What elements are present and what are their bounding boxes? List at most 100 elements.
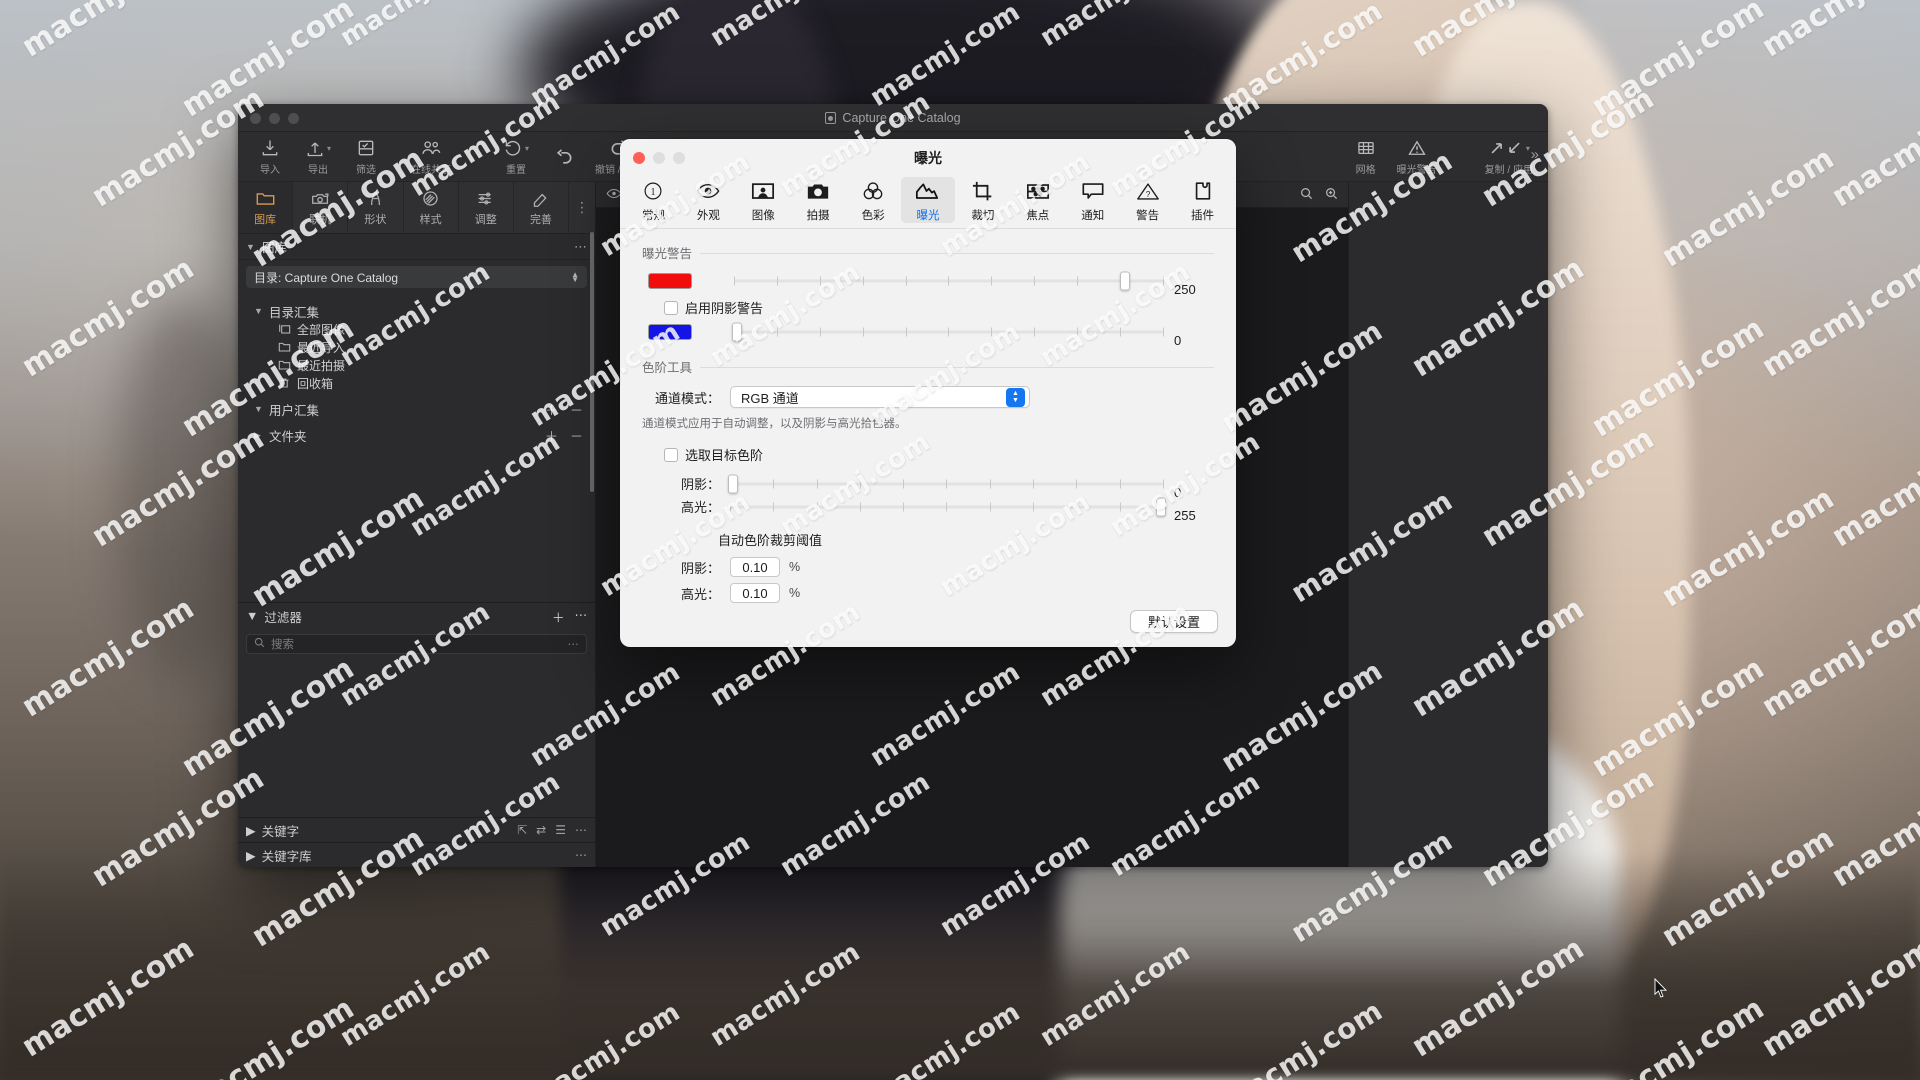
slider-knob[interactable] [1120, 271, 1131, 291]
panel-keywords[interactable]: ▶ 关键字 ⇱ ⇄ ☰ ⋯ [238, 817, 595, 842]
chevron-down-icon[interactable]: ▼ [254, 306, 264, 316]
chevron-down-icon[interactable]: ▾ [525, 144, 529, 153]
tree-node-folders[interactable]: ▶ 文件夹 ＋ － [238, 426, 595, 444]
prefs-tab-plugin[interactable]: 插件 [1175, 177, 1230, 223]
slider-knob[interactable] [1156, 497, 1167, 516]
chevron-down-icon[interactable]: ▼ [246, 242, 256, 252]
keyword-library-menu-icon[interactable]: ⋯ [575, 848, 587, 862]
levels-highlight-slider[interactable] [730, 497, 1167, 516]
remove-folder-button[interactable]: － [570, 426, 583, 445]
tab-tether[interactable]: 联机 [293, 182, 349, 233]
viewer-zoom-icon[interactable] [1325, 187, 1338, 203]
tab-shape[interactable]: 形状 [348, 182, 404, 233]
prefs-tab-appearance[interactable]: 外观 [681, 177, 736, 223]
catalog-selector[interactable]: 目录: Capture One Catalog ▲ ▼ [246, 266, 587, 288]
toolbar-grid[interactable]: 网格 [1342, 134, 1390, 180]
keywords-expand-icon[interactable]: ⇱ [517, 823, 527, 837]
slider-knob[interactable] [731, 322, 742, 342]
add-filter-button[interactable]: ＋ [552, 607, 565, 626]
prefs-tab-notification[interactable]: 通知 [1065, 177, 1120, 223]
auto-shadow-input[interactable]: 0.10 [730, 557, 780, 577]
chevron-down-icon[interactable]: ▼ [254, 404, 264, 414]
catalog-stepper-icon[interactable]: ▲ ▼ [571, 271, 579, 284]
keywords-sync-icon[interactable]: ⇄ [536, 823, 546, 837]
shadow-warning-checkbox-row[interactable]: 启用阴影警告 [664, 298, 1214, 317]
toolbar-exposure-warning[interactable]: 曝光警告 [1390, 134, 1444, 180]
viewer-search-icon[interactable] [1300, 187, 1313, 203]
target-levels-checkbox-row[interactable]: 选取目标色阶 [664, 445, 1214, 464]
auto-highlight-input[interactable]: 0.10 [730, 583, 780, 603]
prefs-tab-general[interactable]: 1 常规 [626, 177, 681, 223]
keyword-library-actions[interactable]: ⋯ [575, 848, 587, 862]
toolbar-export[interactable]: ▾ 导出 [294, 134, 342, 180]
toolbar-import[interactable]: 导入 [246, 134, 294, 180]
shadow-warning-color-swatch[interactable] [648, 324, 692, 340]
prefs-tab-exposure[interactable]: 曝光 [900, 177, 956, 223]
filters-menu-button[interactable]: ⋯ [575, 607, 588, 626]
target-levels-checkbox[interactable] [664, 447, 678, 462]
library-panel-actions[interactable]: ⋯ [574, 239, 587, 255]
add-collection-button[interactable]: ＋ [545, 400, 558, 419]
chevron-right-icon[interactable]: ▶ [254, 430, 264, 441]
maximize-button[interactable] [288, 113, 299, 124]
prefs-tab-focus[interactable]: 焦点 [1010, 177, 1065, 223]
levels-shadow-slider[interactable] [727, 474, 1164, 493]
library-panel-header[interactable]: ▼ 图库 ⋯ [238, 234, 595, 260]
slider-knob[interactable] [727, 474, 738, 493]
prefs-tab-color[interactable]: 色彩 [846, 177, 901, 223]
shadow-warning-checkbox[interactable] [664, 300, 678, 315]
tab-library[interactable]: 图库 [238, 182, 294, 233]
chevron-down-icon[interactable]: ▼ [246, 609, 258, 623]
chevron-down-icon[interactable]: ▾ [327, 144, 331, 153]
remove-collection-button[interactable]: － [570, 400, 583, 419]
minimize-button[interactable] [269, 113, 280, 124]
tree-node-all-images[interactable]: 全部图像 [238, 320, 595, 338]
prefs-tab-capture[interactable]: 拍摄 [791, 177, 846, 223]
prefs-close-button[interactable] [633, 152, 645, 164]
prefs-titlebar: 曝光 [620, 139, 1236, 177]
keywords-panel-actions[interactable]: ⇱ ⇄ ☰ ⋯ [517, 823, 587, 837]
chevron-down-icon[interactable]: ▾ [1526, 144, 1530, 153]
toolbar-undo[interactable] [540, 134, 588, 180]
prefs-maximize-button[interactable] [673, 152, 685, 164]
tree-node-recent-imports[interactable]: 最近导入 [238, 338, 595, 356]
prefs-tab-warning[interactable]: ? 警告 [1120, 177, 1175, 223]
toolbar-filter[interactable]: 筛选 [342, 134, 390, 180]
toolbar-reset[interactable]: ▾ 重置 [492, 134, 540, 180]
add-folder-button[interactable]: ＋ [545, 426, 558, 445]
toolbar-overflow-button[interactable]: » [1531, 146, 1539, 163]
filters-search-input[interactable]: 搜索 ⋯ [246, 634, 587, 654]
tree-node-trash[interactable]: 回收箱 [238, 374, 595, 392]
prefs-tab-image[interactable]: 图像 [736, 177, 791, 223]
shadow-warning-slider[interactable] [731, 322, 1164, 342]
prefs-minimize-button[interactable] [653, 152, 665, 164]
tree-node-recent-captures[interactable]: 最近拍摄 [238, 356, 595, 374]
filters-search-menu[interactable]: ⋯ [568, 637, 580, 651]
tab-styles[interactable]: 样式 [404, 182, 459, 233]
user-collections-actions[interactable]: ＋ － [545, 400, 595, 419]
prefs-tab-crop[interactable]: 裁切 [955, 177, 1010, 223]
keywords-list-icon[interactable]: ☰ [555, 823, 566, 837]
tree-node-catalog-collections[interactable]: ▼ 目录汇集 [238, 302, 595, 320]
folders-actions[interactable]: ＋ － [545, 426, 595, 445]
chevron-updown-icon[interactable]: ▲ ▼ [1006, 387, 1025, 407]
channel-mode-select[interactable]: RGB 通道 ▲ ▼ [730, 386, 1030, 408]
keywords-menu-icon[interactable]: ⋯ [575, 823, 587, 837]
filters-panel-header[interactable]: ▼ 过滤器 ＋ ⋯ [238, 603, 595, 629]
left-tabs-overflow[interactable]: ⋮ [569, 182, 595, 233]
prefs-traffic-lights[interactable] [633, 152, 685, 164]
filters-panel-actions[interactable]: ＋ ⋯ [552, 607, 587, 626]
toolbar-share-online[interactable]: 在线共享 [404, 134, 458, 180]
chevron-right-icon[interactable]: ▶ [246, 848, 256, 863]
highlight-warning-slider[interactable] [734, 271, 1164, 291]
tab-refine[interactable]: 完善 [514, 182, 570, 233]
window-traffic-lights[interactable] [250, 113, 299, 124]
close-button[interactable] [250, 113, 261, 124]
highlight-warning-color-swatch[interactable] [648, 273, 692, 289]
left-panel-scrollbar[interactable] [590, 232, 594, 492]
default-settings-button[interactable]: 默认设置 [1130, 610, 1218, 633]
panel-keyword-library[interactable]: ▶ 关键字库 ⋯ [238, 842, 595, 867]
chevron-right-icon[interactable]: ▶ [246, 823, 256, 838]
tree-node-user-collections[interactable]: ▼ 用户汇集 ＋ － [238, 400, 595, 418]
tab-adjustments[interactable]: 调整 [459, 182, 514, 233]
